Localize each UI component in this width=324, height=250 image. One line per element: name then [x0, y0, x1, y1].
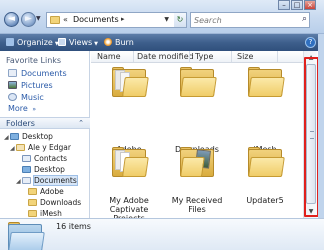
- burn-label: Burn: [115, 38, 134, 47]
- burn-button[interactable]: Burn: [104, 38, 134, 48]
- favorite-link-label: More: [8, 104, 28, 113]
- favorite-link-music[interactable]: Music: [8, 93, 44, 104]
- favorite-link-more[interactable]: More »: [8, 104, 36, 115]
- folder-label: My Received Files: [171, 196, 223, 214]
- desktop-icon: [22, 166, 31, 173]
- refresh-button[interactable]: ↻: [174, 12, 187, 28]
- close-button[interactable]: ×: [304, 0, 316, 10]
- more-chevron-icon: »: [32, 106, 37, 113]
- back-button[interactable]: ◄: [4, 12, 19, 27]
- column-date-modified[interactable]: Date modified: [137, 52, 194, 61]
- favorite-link-label: Music: [21, 93, 44, 102]
- search-placeholder: Search: [194, 16, 222, 25]
- minimize-button[interactable]: –: [278, 0, 290, 10]
- folders-header[interactable]: Folders ⌃: [0, 117, 90, 129]
- address-bar-area: ◄ ► ▼ « Documents ▸ ▼ ↻ Search ⌕ – □ ×: [0, 0, 324, 34]
- command-toolbar: Organize ▼ Views ▼ Burn ?: [0, 34, 324, 51]
- views-menu[interactable]: Views ▼: [58, 38, 98, 48]
- folder-icon: [180, 147, 214, 177]
- navigation-pane: Favorite Links Documents Pictures Music …: [0, 51, 90, 218]
- tree-item-desktop[interactable]: ◢ Desktop: [4, 132, 53, 143]
- details-pane: 16 items: [0, 218, 324, 250]
- tree-item-user[interactable]: ◢ Ale y Edgar: [10, 143, 71, 154]
- folder-icon: [112, 147, 149, 177]
- recent-pages-dropdown[interactable]: ▼: [36, 16, 42, 22]
- user-folder-icon: [16, 144, 25, 151]
- favorite-link-pictures[interactable]: Pictures: [8, 81, 53, 92]
- breadcrumb-documents[interactable]: Documents: [73, 15, 119, 24]
- folder-label: My Adobe Captivate Projects: [109, 196, 149, 218]
- favorite-links-heading: Favorite Links: [6, 56, 62, 65]
- address-dropdown-icon[interactable]: ▼: [164, 16, 169, 23]
- breadcrumb-chevron-icon[interactable]: «: [63, 15, 68, 24]
- maximize-button[interactable]: □: [291, 0, 303, 10]
- item-count: 16 items: [56, 222, 91, 231]
- tree-item-desktop-sub[interactable]: Desktop: [16, 165, 65, 176]
- folder-thumbnail-icon: [8, 222, 45, 250]
- documents-icon: [8, 69, 17, 77]
- favorite-link-documents[interactable]: Documents: [8, 69, 67, 80]
- favorite-link-label: Pictures: [21, 81, 53, 90]
- tree-item-contacts[interactable]: Contacts: [16, 154, 67, 165]
- desktop-icon: [10, 133, 19, 140]
- organize-label: Organize: [17, 38, 53, 47]
- column-header-row: Name Date modified Type Size: [91, 51, 303, 63]
- pictures-icon: [8, 81, 17, 89]
- explorer-window: ◄ ► ▼ « Documents ▸ ▼ ↻ Search ⌕ – □ × O…: [0, 0, 324, 250]
- folders-collapse-icon[interactable]: ⌃: [78, 119, 84, 127]
- column-size[interactable]: Size: [237, 52, 253, 61]
- folder-icon: [28, 199, 37, 206]
- forward-button[interactable]: ►: [21, 12, 36, 27]
- favorite-link-label: Documents: [21, 69, 67, 78]
- search-input[interactable]: Search ⌕: [190, 12, 310, 28]
- folder-icon: [248, 147, 285, 177]
- scrollbar-highlight-box: [304, 57, 319, 217]
- folder-icon: [180, 67, 217, 97]
- folder-icon: [112, 67, 149, 97]
- tree-item-documents[interactable]: ◢ Documents: [16, 175, 78, 187]
- views-icon: [58, 38, 66, 46]
- tree-item-adobe[interactable]: Adobe: [22, 187, 64, 198]
- help-icon[interactable]: ?: [305, 37, 316, 48]
- search-icon[interactable]: ⌕: [302, 14, 307, 24]
- folders-heading: Folders: [6, 119, 35, 128]
- contacts-icon: [22, 155, 31, 162]
- organize-icon: [6, 38, 14, 46]
- folder-icon: [50, 16, 60, 24]
- folder-label: Updater5: [246, 196, 284, 205]
- documents-icon: [22, 177, 31, 184]
- burn-disc-icon: [104, 38, 112, 46]
- address-field[interactable]: « Documents ▸ ▼: [46, 12, 184, 28]
- organize-menu[interactable]: Organize ▼: [6, 38, 59, 48]
- column-name[interactable]: Name: [97, 52, 121, 61]
- folder-icon: [28, 210, 37, 217]
- column-type[interactable]: Type: [195, 52, 213, 61]
- folder-icon: [248, 67, 285, 97]
- breadcrumb-arrow-icon[interactable]: ▸: [121, 15, 125, 23]
- file-list: Adobe Downloads iMesh My Adobe Captivate…: [91, 63, 303, 218]
- views-label: Views: [69, 38, 93, 47]
- folder-icon: [28, 188, 37, 195]
- music-icon: [8, 93, 17, 101]
- tree-item-downloads[interactable]: Downloads: [22, 198, 81, 209]
